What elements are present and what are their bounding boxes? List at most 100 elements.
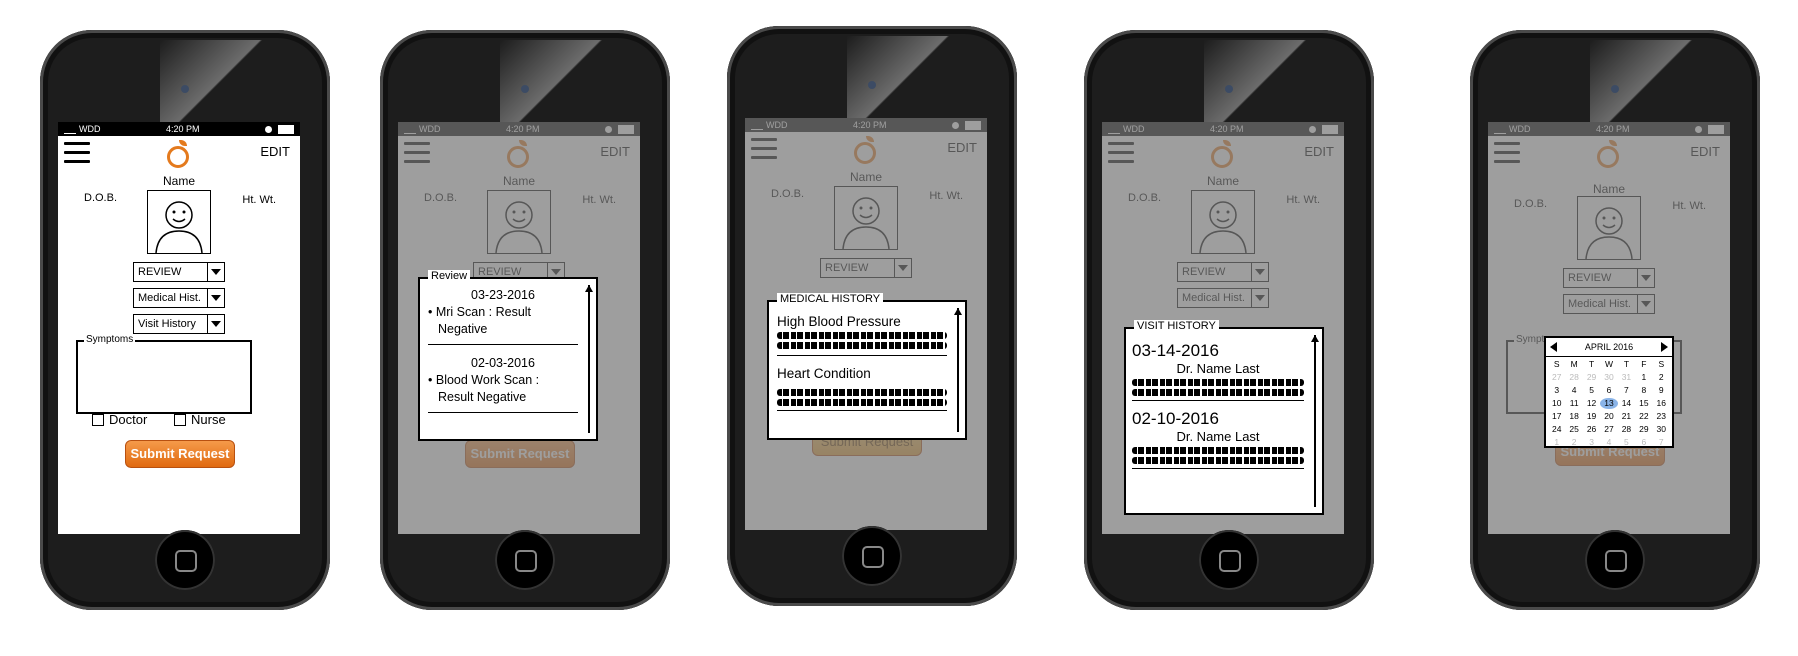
patient-name: Name: [849, 170, 882, 184]
next-month-icon[interactable]: [1660, 342, 1668, 352]
status-time: 4:20 PM: [505, 124, 540, 134]
calendar-grid: S M T W T F S 27 28 29 30 31 1 2 3 4 5 6 7 8 9 10 11 12 13 14 15 16…: [1546, 357, 1672, 450]
calendar-day[interactable]: 26: [1583, 424, 1600, 435]
home-button[interactable]: [155, 530, 215, 590]
calendar-day[interactable]: 19: [1583, 411, 1600, 422]
calendar-day[interactable]: 28: [1618, 424, 1635, 435]
calendar-day[interactable]: 2: [1653, 372, 1670, 383]
orange-logo-icon: [1209, 140, 1237, 170]
edit-button[interactable]: EDIT: [947, 140, 977, 155]
calendar-day[interactable]: 15: [1635, 398, 1652, 409]
calendar-day[interactable]: 7: [1618, 385, 1635, 396]
calendar-day[interactable]: 7: [1653, 437, 1670, 448]
review-entry[interactable]: • Mri Scan : Result: [428, 304, 578, 321]
calendar-day[interactable]: 31: [1618, 372, 1635, 383]
phone-2: WDD 4:20 PM EDIT Name D.O.B. Ht. Wt. REV…: [380, 30, 670, 610]
chevron-down-icon: [894, 259, 911, 277]
calendar-day[interactable]: 23: [1653, 411, 1670, 422]
calendar-day[interactable]: 5: [1583, 385, 1600, 396]
avatar-icon: [1577, 196, 1641, 260]
calendar-day[interactable]: 30: [1653, 424, 1670, 435]
calendar-day[interactable]: 9: [1653, 385, 1670, 396]
edit-button[interactable]: EDIT: [1304, 144, 1334, 159]
chevron-down-icon: [1637, 269, 1654, 287]
calendar-day[interactable]: 30: [1600, 372, 1617, 383]
menu-icon[interactable]: [751, 138, 777, 159]
calendar-day[interactable]: 8: [1635, 385, 1652, 396]
calendar-day[interactable]: 27: [1600, 424, 1617, 435]
edit-button[interactable]: EDIT: [1690, 144, 1720, 159]
calendar-day[interactable]: 20: [1600, 411, 1617, 422]
edit-button[interactable]: EDIT: [260, 144, 290, 159]
calendar-day[interactable]: 27: [1548, 372, 1565, 383]
calendar-day[interactable]: 17: [1548, 411, 1565, 422]
calendar-day[interactable]: 24: [1548, 424, 1565, 435]
screen-main: WDD 4:20 PM EDIT Name D.O.B. Ht. Wt. REV…: [58, 122, 300, 534]
medical-dropdown[interactable]: Medical Hist.: [133, 288, 225, 308]
home-button[interactable]: [1585, 530, 1645, 590]
scrollbar[interactable]: [585, 285, 593, 433]
calendar-day[interactable]: 12: [1583, 398, 1600, 409]
calendar-day[interactable]: 21: [1618, 411, 1635, 422]
home-button[interactable]: [495, 530, 555, 590]
symptoms-textarea[interactable]: Symptoms: [76, 334, 252, 414]
weekday-label: S: [1658, 359, 1665, 369]
review-dropdown[interactable]: REVIEW: [1563, 268, 1655, 288]
calendar-day[interactable]: 29: [1583, 372, 1600, 383]
submit-button[interactable]: Submit Request: [125, 440, 235, 468]
visit-dropdown[interactable]: Visit History: [133, 314, 225, 334]
calendar-day[interactable]: 5: [1618, 437, 1635, 448]
home-button[interactable]: [842, 526, 902, 586]
calendar-day[interactable]: 6: [1635, 437, 1652, 448]
avatar-icon: [487, 190, 551, 254]
dob-label: D.O.B.: [84, 192, 118, 204]
calendar-day[interactable]: 13: [1600, 398, 1618, 409]
menu-icon[interactable]: [404, 142, 430, 163]
battery-icon: [1322, 125, 1338, 135]
submit-button[interactable]: Submit Request: [465, 440, 575, 468]
lock-icon: [1309, 126, 1316, 134]
calendar-day[interactable]: 1: [1635, 372, 1652, 383]
edit-button[interactable]: EDIT: [600, 144, 630, 159]
medical-dropdown[interactable]: Medical Hist.: [1177, 288, 1269, 308]
calendar-day[interactable]: 29: [1635, 424, 1652, 435]
menu-icon[interactable]: [1494, 142, 1520, 163]
prev-month-icon[interactable]: [1550, 342, 1557, 352]
scrollbar[interactable]: [1311, 335, 1319, 507]
calendar-day[interactable]: 2: [1565, 437, 1582, 448]
calendar-day[interactable]: 6: [1600, 385, 1617, 396]
phone-3: WDD 4:20 PM EDIT Name D.O.B. Ht. Wt. REV…: [727, 26, 1017, 606]
calendar-day[interactable]: 3: [1583, 437, 1600, 448]
calendar-day[interactable]: 18: [1565, 411, 1582, 422]
calendar-day[interactable]: 28: [1565, 372, 1582, 383]
review-entry[interactable]: • Blood Work Scan :: [428, 372, 578, 389]
scrollbar[interactable]: [954, 308, 962, 432]
calendar-day[interactable]: 25: [1565, 424, 1582, 435]
battery-icon: [965, 121, 981, 131]
menu-icon[interactable]: [64, 142, 90, 163]
review-dropdown[interactable]: REVIEW: [820, 258, 912, 278]
calendar-day[interactable]: 14: [1618, 398, 1635, 409]
htwt-label: Ht. Wt.: [929, 190, 963, 202]
avatar-icon: [834, 186, 898, 250]
calendar-day[interactable]: 16: [1653, 398, 1670, 409]
doctor-checkbox[interactable]: Doctor: [92, 412, 147, 427]
carrier-label: WDD: [419, 124, 441, 134]
calendar-day[interactable]: 4: [1600, 437, 1617, 448]
calendar-day[interactable]: 10: [1548, 398, 1565, 409]
medical-item[interactable]: Heart Condition: [777, 366, 947, 381]
calendar-day[interactable]: 3: [1548, 385, 1565, 396]
menu-icon[interactable]: [1108, 142, 1134, 163]
review-dropdown[interactable]: REVIEW: [1177, 262, 1269, 282]
medical-dropdown[interactable]: Medical Hist.: [1563, 294, 1655, 314]
nurse-checkbox[interactable]: Nurse: [174, 412, 226, 427]
home-button[interactable]: [1199, 530, 1259, 590]
chevron-down-icon: [207, 289, 224, 307]
medical-item[interactable]: High Blood Pressure: [777, 314, 947, 329]
calendar-day[interactable]: 22: [1635, 411, 1652, 422]
calendar-day[interactable]: 11: [1565, 398, 1582, 409]
review-dropdown[interactable]: REVIEW: [133, 262, 225, 282]
calendar-day[interactable]: 1: [1548, 437, 1565, 448]
calendar-day[interactable]: 4: [1565, 385, 1582, 396]
status-time: 4:20 PM: [165, 124, 200, 134]
